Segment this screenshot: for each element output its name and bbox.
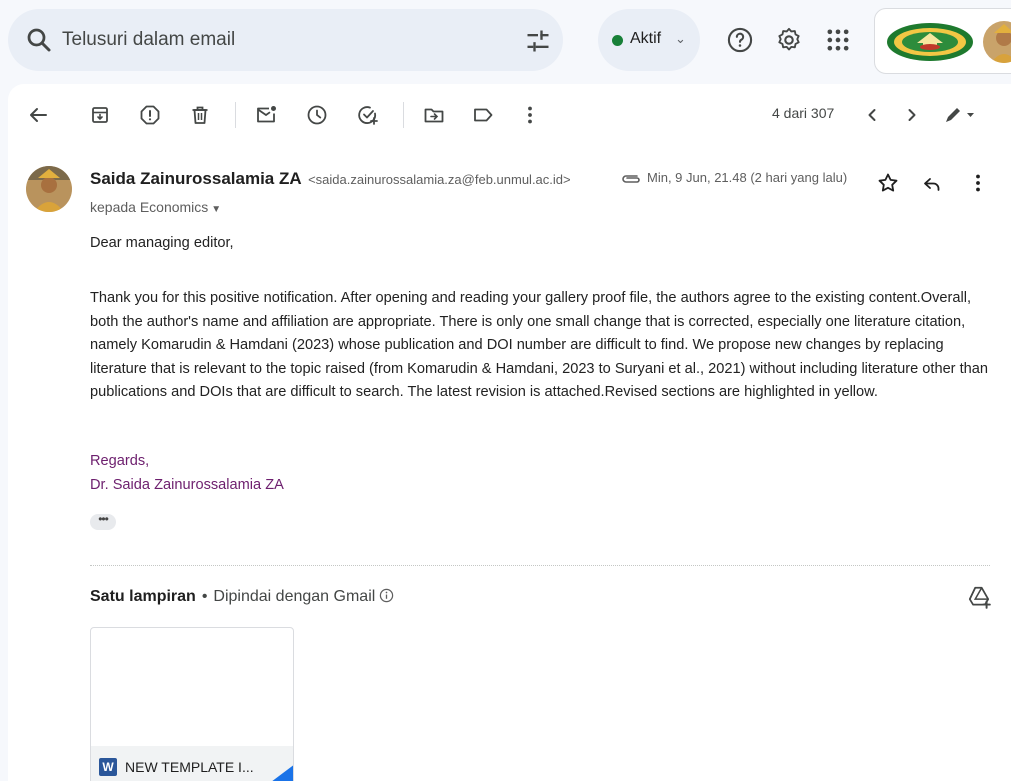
status-label: Aktif bbox=[630, 30, 662, 47]
message-date: Min, 9 Jun, 21.48 (2 hari yang lalu) bbox=[647, 170, 848, 185]
search-icon[interactable] bbox=[24, 25, 54, 55]
next-icon[interactable] bbox=[900, 103, 924, 127]
signature-regards: Regards, bbox=[90, 453, 150, 469]
file-corner-fold bbox=[263, 764, 293, 781]
signature-name: Dr. Saida Zainurossalamia ZA bbox=[90, 477, 284, 493]
sender-email: <saida.zainurossalamia.za@feb.unmul.ac.i… bbox=[308, 172, 571, 187]
organization-logo bbox=[887, 23, 973, 61]
move-to-icon[interactable] bbox=[422, 103, 446, 127]
add-to-drive-icon[interactable] bbox=[966, 584, 992, 610]
message-body: Thank you for this positive notification… bbox=[90, 290, 989, 401]
recipient-line[interactable]: kepada Economics ▼ bbox=[90, 199, 221, 215]
message-meta: Min, 9 Jun, 21.48 (2 hari yang lalu) bbox=[620, 170, 847, 186]
search-input[interactable] bbox=[62, 23, 482, 57]
attachments-divider bbox=[90, 565, 990, 566]
attachment-count: Satu lampiran bbox=[90, 588, 196, 605]
attachment-icon bbox=[622, 174, 640, 183]
more-vert-icon[interactable] bbox=[966, 171, 990, 195]
archive-icon[interactable] bbox=[88, 103, 112, 127]
separator: • bbox=[201, 588, 208, 605]
add-to-tasks-icon[interactable] bbox=[356, 103, 380, 127]
word-file-icon: W bbox=[99, 758, 117, 776]
toolbar-divider bbox=[235, 102, 236, 128]
message-panel: 4 dari 307 Saida Zainurossalamia ZA <sai… bbox=[8, 84, 1011, 781]
prev-icon[interactable] bbox=[860, 103, 884, 127]
help-icon[interactable] bbox=[726, 26, 754, 54]
label-icon[interactable] bbox=[471, 103, 495, 127]
toolbar-divider bbox=[403, 102, 404, 128]
search-options-icon[interactable] bbox=[524, 27, 552, 55]
avatar[interactable] bbox=[26, 166, 72, 212]
mark-unread-icon[interactable] bbox=[254, 103, 278, 127]
search-bar[interactable] bbox=[8, 9, 563, 71]
attachment-filename: NEW TEMPLATE I... bbox=[125, 759, 254, 775]
account-area[interactable] bbox=[874, 8, 1011, 74]
snooze-icon[interactable] bbox=[305, 103, 329, 127]
info-icon[interactable] bbox=[379, 588, 394, 603]
chevron-down-icon: ⌄ bbox=[675, 31, 686, 46]
sender-line: Saida Zainurossalamia ZA <saida.zainuros… bbox=[90, 169, 571, 189]
apps-grid-icon[interactable] bbox=[824, 26, 852, 54]
message-greeting: Dear managing editor, bbox=[90, 235, 234, 251]
status-chip[interactable]: Aktif ⌄ bbox=[598, 9, 700, 71]
report-spam-icon[interactable] bbox=[138, 103, 162, 127]
pen-icon[interactable] bbox=[942, 103, 976, 127]
back-arrow-icon[interactable] bbox=[26, 103, 50, 127]
sender-name[interactable]: Saida Zainurossalamia ZA bbox=[90, 169, 302, 188]
attachments-header: Satu lampiran • Dipindai dengan Gmail bbox=[90, 588, 394, 606]
show-trimmed-content-button[interactable]: ••• bbox=[90, 513, 116, 530]
message-toolbar: 4 dari 307 bbox=[8, 84, 1011, 146]
more-vert-icon[interactable] bbox=[518, 103, 542, 127]
status-dot-icon bbox=[612, 35, 623, 46]
top-bar: Aktif ⌄ bbox=[0, 0, 1011, 82]
star-icon[interactable] bbox=[876, 171, 900, 195]
pagination-count: 4 dari 307 bbox=[772, 105, 835, 121]
chevron-down-icon[interactable]: ▼ bbox=[211, 204, 221, 215]
scan-label: Dipindai dengan Gmail bbox=[213, 588, 376, 605]
settings-icon[interactable] bbox=[775, 26, 803, 54]
avatar[interactable] bbox=[983, 21, 1011, 63]
attachment-card[interactable]: W NEW TEMPLATE I... bbox=[90, 627, 294, 781]
recipient-label: kepada Economics bbox=[90, 199, 209, 215]
delete-icon[interactable] bbox=[188, 103, 212, 127]
reply-icon[interactable] bbox=[920, 171, 944, 195]
